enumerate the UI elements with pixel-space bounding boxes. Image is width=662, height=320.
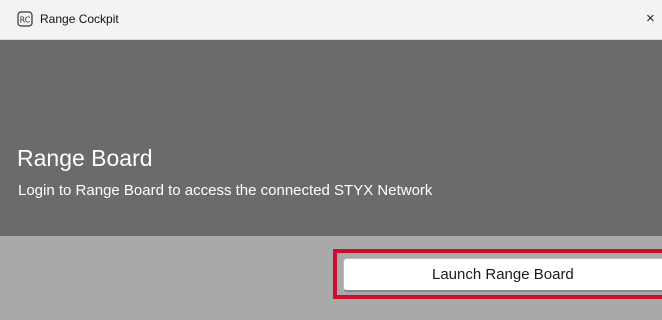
launch-range-board-button[interactable]: Launch Range Board — [343, 258, 662, 292]
action-footer: Launch Range Board — [0, 236, 662, 320]
title-bar[interactable]: RC Range Cockpit × — [0, 0, 662, 40]
window-title: Range Cockpit — [40, 12, 119, 26]
app-window: RC Range Cockpit × Range Board Login to … — [0, 0, 662, 320]
range-cockpit-app-icon: RC — [17, 11, 33, 27]
svg-text:RC: RC — [20, 16, 31, 25]
hero-banner: Range Board Login to Range Board to acce… — [0, 40, 662, 236]
close-icon[interactable]: × — [646, 8, 662, 30]
page-subtitle: Login to Range Board to access the conne… — [18, 182, 433, 199]
page-title: Range Board — [17, 145, 153, 171]
launch-button-label: Launch Range Board — [432, 266, 574, 283]
